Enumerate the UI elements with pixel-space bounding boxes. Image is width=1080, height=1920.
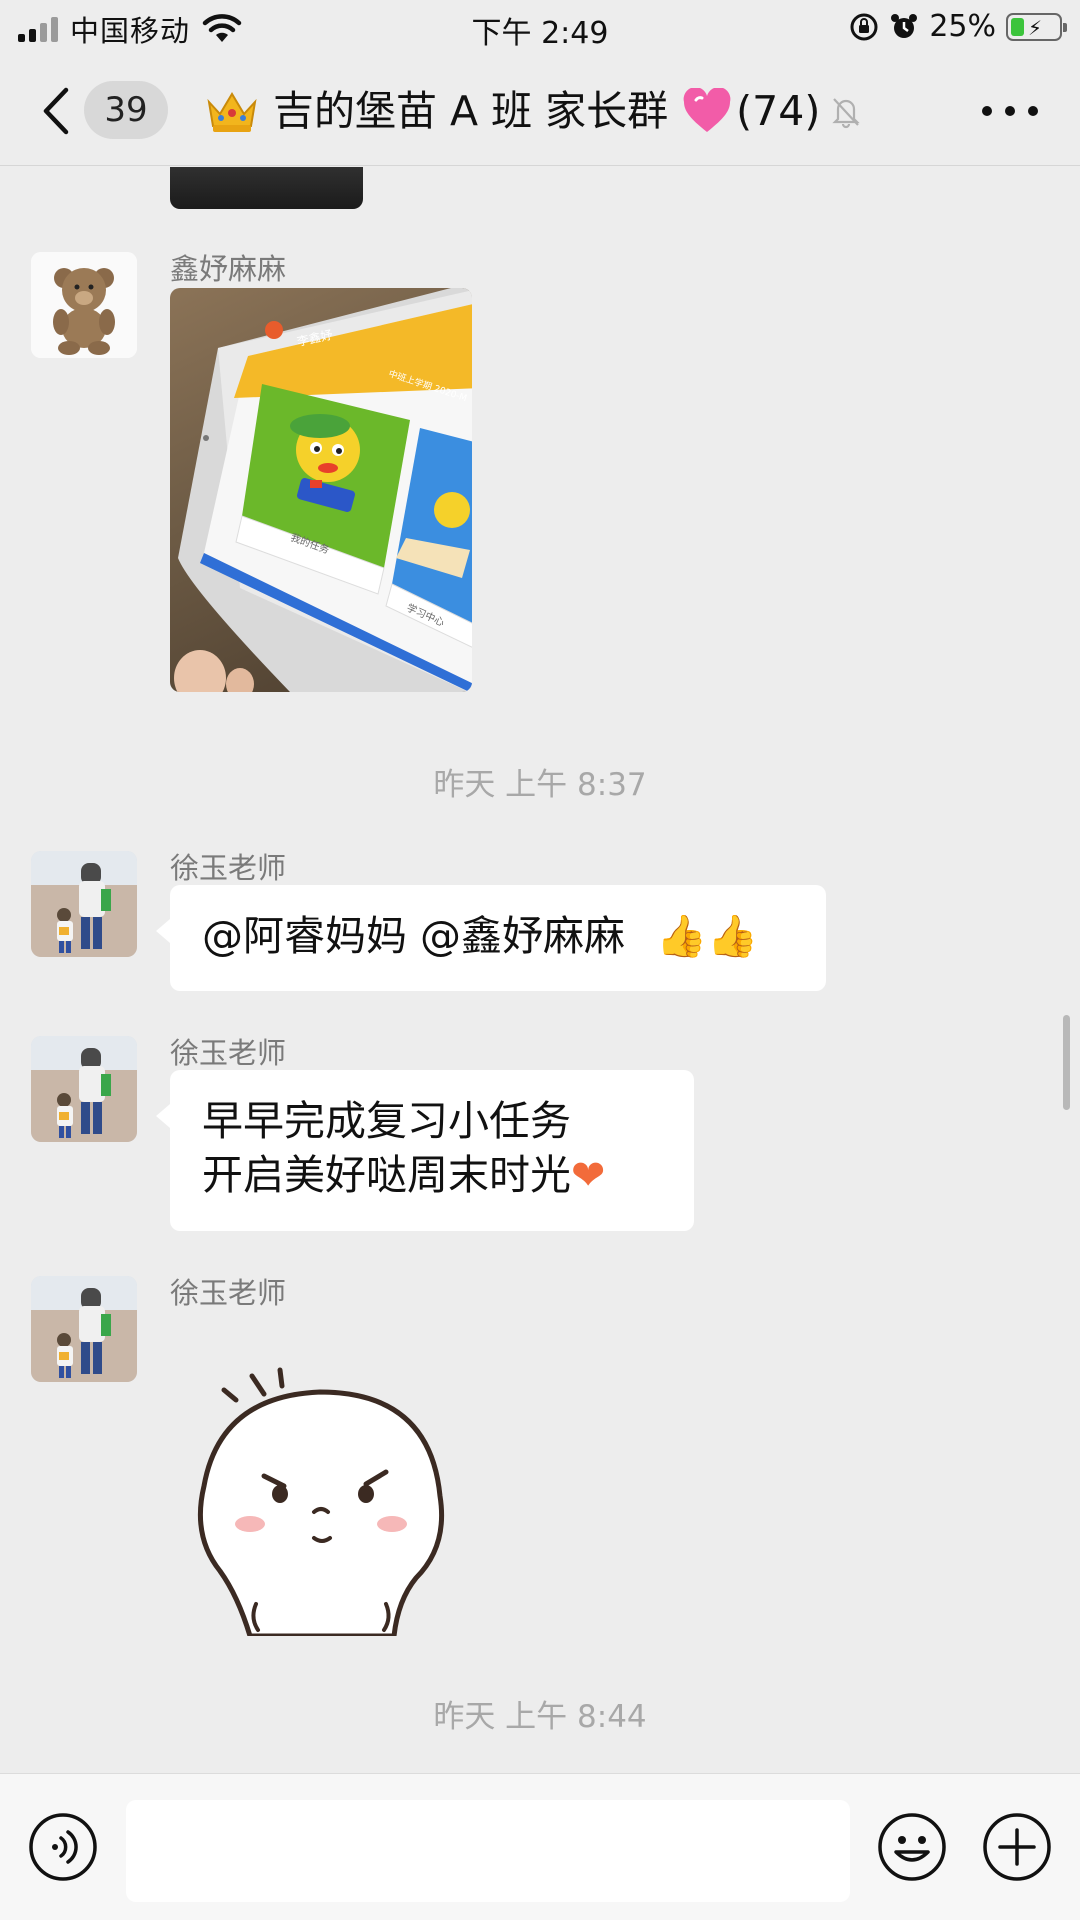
chat-title: 吉的堡苗 A 班 家长群 (74) [205, 80, 864, 142]
battery-fill [1011, 17, 1024, 36]
tablet-photo: 李鑫妤 中班上学期 2020-M 我的任务 学习中心 [174, 288, 472, 692]
angry-bun-sticker[interactable] [190, 1356, 460, 1636]
text-message-bubble[interactable]: 早早完成复习小任务 开启美好哒周末时光❤ [156, 1070, 694, 1231]
text-message-bubble[interactable]: @阿睿妈妈 @鑫妤麻麻 👍👍 [156, 885, 826, 991]
avatar-teacher[interactable] [31, 1036, 137, 1142]
crown-icon [207, 92, 257, 132]
emoji-icon[interactable] [877, 1812, 947, 1882]
sender-name: 徐玉老师 [170, 851, 287, 885]
avatar-teacher[interactable] [31, 851, 137, 957]
message-timestamp: 昨天 上午 8:37 [433, 767, 647, 803]
member-count: (74) [736, 87, 821, 135]
unread-count-badge[interactable]: 39 [84, 81, 168, 139]
status-right: 25% ⚡ [849, 9, 1067, 44]
sender-name: 徐玉老师 [170, 1276, 287, 1310]
heart-emoji: ❤ [571, 1151, 606, 1199]
status-bar: 中国移动 下午 2:49 25% ⚡ [0, 0, 1080, 56]
back-chevron-icon[interactable] [36, 84, 76, 138]
voice-icon[interactable] [28, 1812, 98, 1882]
message-line-1: 早早完成复习小任务 [202, 1097, 571, 1145]
message-input[interactable] [126, 1800, 850, 1902]
chat-scrollbar[interactable] [1063, 1015, 1070, 1110]
thumbs-up-emoji: 👍👍 [656, 912, 759, 960]
sender-name: 鑫妤麻麻 [170, 252, 287, 286]
orientation-lock-icon [850, 13, 878, 40]
input-bar [0, 1773, 1080, 1920]
message-text: @阿睿妈妈 @鑫妤麻麻 [202, 912, 639, 960]
battery-icon: ⚡ [1006, 12, 1067, 41]
message-line-2: 开启美好哒周末时光 [202, 1151, 571, 1199]
message-timestamp: 昨天 上午 8:44 [433, 1699, 647, 1735]
avatar-teacher[interactable] [31, 1276, 137, 1382]
teacher-avatar-photo [31, 1036, 137, 1142]
teacher-avatar-photo [31, 851, 137, 957]
group-name: 吉的堡苗 A 班 家长群 [273, 87, 669, 135]
teddy-bear-icon [31, 252, 137, 358]
chat-messages[interactable]: 鑫妤麻麻 李鑫妤 中班上学期 2020-M 我的任务 学习中心 昨天 上午 8:… [0, 167, 1080, 1773]
teacher-avatar-photo [31, 1276, 137, 1382]
image-message[interactable]: 李鑫妤 中班上学期 2020-M 我的任务 学习中心 [170, 288, 472, 692]
sender-name: 徐玉老师 [170, 1036, 287, 1070]
mute-bell-icon [832, 98, 860, 129]
more-options-icon[interactable] [982, 96, 1038, 126]
battery-percent: 25% [929, 9, 996, 44]
charging-bolt-icon: ⚡ [1028, 15, 1043, 40]
nav-bar: 39 吉的堡苗 A 班 家长群 (74) [0, 56, 1080, 166]
avatar-teddy-bear[interactable] [31, 252, 137, 358]
previous-image-message[interactable] [170, 167, 363, 209]
alarm-icon [891, 13, 918, 38]
plus-icon[interactable] [982, 1812, 1052, 1882]
heart-icon [683, 88, 731, 132]
